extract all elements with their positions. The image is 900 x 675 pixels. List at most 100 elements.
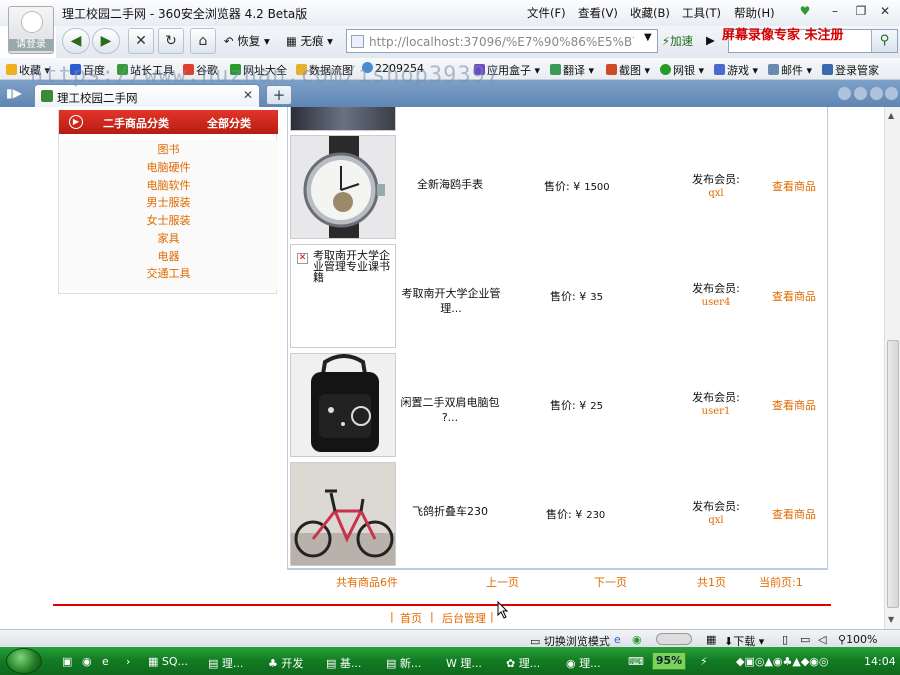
clean-icon[interactable]: ▯ (782, 633, 788, 646)
go-arrow-icon[interactable]: ▶ (706, 33, 715, 47)
bookmark-screenshot[interactable]: 截图 ▾ (606, 62, 650, 78)
product-row: 闲置二手双肩电脑包 ?... 售价: ¥25 发布会员: user1 查看商品 (288, 351, 828, 459)
close-icon[interactable]: ✕ (876, 3, 894, 19)
view-product-link[interactable]: 查看商品 (760, 506, 828, 522)
scroll-down-icon[interactable]: ▼ (888, 615, 894, 624)
menu-view[interactable]: 查看(V) (578, 5, 618, 21)
toggle-switch[interactable] (656, 633, 692, 645)
category-furniture[interactable]: 家具 (59, 230, 278, 246)
category-mens-clothing[interactable]: 男士服装 (59, 194, 278, 210)
menu-file[interactable]: 文件(F) (527, 5, 566, 21)
category-hardware[interactable]: 电脑硬件 (59, 159, 278, 175)
member-name[interactable]: user4 (668, 297, 764, 308)
forward-button[interactable]: ▶ (92, 28, 120, 54)
tray-icons[interactable]: ◆▣◎▲◉♣▲◆◉◎ (736, 655, 829, 668)
bookmark-bank[interactable]: 网银 ▾ (660, 62, 704, 78)
tab-scroll-right-icon[interactable] (854, 87, 867, 100)
taskbar-item-word[interactable]: W 理... (446, 655, 482, 671)
chrome-icon[interactable]: ◉ (632, 633, 642, 646)
product-image[interactable] (290, 353, 396, 457)
incognito-button[interactable]: ▦ 无痕 ▾ (286, 33, 333, 49)
home-button[interactable]: ⌂ (190, 28, 216, 54)
window-icon[interactable]: ▭ (800, 633, 810, 646)
tab-close-icon[interactable]: ✕ (243, 88, 253, 102)
cpu-usage-badge[interactable]: 95% (652, 652, 686, 670)
bookmark-mail[interactable]: 邮件 ▾ (768, 62, 812, 78)
stop-button[interactable]: ✕ (128, 28, 154, 54)
volume-icon[interactable]: ◁ (818, 633, 826, 646)
quicklaunch-ie-icon[interactable]: e (102, 655, 109, 668)
category-books[interactable]: 图书 (59, 141, 278, 157)
skin-icon[interactable]: ♥ (796, 3, 814, 19)
product-name[interactable]: 考取南开大学企业管理... (396, 286, 506, 316)
product-image[interactable] (290, 462, 396, 566)
taskbar-item-folder-2[interactable]: ▤ 基... (326, 655, 361, 671)
all-categories-link[interactable]: 全部分类 (207, 115, 251, 131)
pager-prev-link[interactable]: 上一页 (486, 574, 519, 590)
search-icon[interactable]: ⚲ (871, 30, 897, 52)
category-header-title: 二手商品分类 (103, 117, 169, 130)
sidebar-toggle-icon[interactable]: ▮▶ (6, 86, 26, 102)
product-name[interactable]: 闲置二手双肩电脑包 ?... (398, 395, 502, 425)
quicklaunch-explorer-icon[interactable]: ▣ (62, 655, 72, 668)
keyboard-icon[interactable]: ⌨ (628, 655, 644, 668)
product-image-broken[interactable]: ✕ 考取南开大学企业管理专业课书籍 (290, 244, 396, 348)
category-appliances[interactable]: 电器 (59, 248, 278, 264)
minimize-icon[interactable]: – (826, 3, 844, 19)
taskbar: ▣ ◉ e › ▦ SQ... ▤ 理... ♣ 开发 ▤ 基... ▤ 新..… (0, 647, 900, 675)
view-product-link[interactable]: 查看商品 (760, 178, 828, 194)
tab-list-icon[interactable] (870, 87, 883, 100)
product-row: 飞鸽折叠车230 售价: ¥230 发布会员: qxl 查看商品 (288, 460, 828, 568)
pager-next-link[interactable]: 下一页 (594, 574, 627, 590)
footer-admin-link[interactable]: 后台管理 (442, 610, 486, 626)
bookmark-games[interactable]: 游戏 ▾ (714, 62, 758, 78)
menu-favorites[interactable]: 收藏(B) (630, 5, 670, 21)
scrollbar-thumb[interactable] (887, 340, 899, 608)
taskbar-item-browser[interactable]: ◉ 理... (566, 655, 601, 671)
category-womens-clothing[interactable]: 女士服装 (59, 212, 278, 228)
member-name[interactable]: qxl (668, 188, 764, 199)
taskbar-item-dev[interactable]: ♣ 开发 (268, 655, 303, 671)
address-bar[interactable]: http://localhost:37096/%E7%90%86%E5%B7 (346, 29, 658, 53)
category-transport[interactable]: 交通工具 (59, 265, 278, 281)
category-software[interactable]: 电脑软件 (59, 177, 278, 193)
address-dropdown-icon[interactable]: ▼ (644, 32, 652, 43)
product-image-partial[interactable] (290, 107, 396, 131)
ie-icon[interactable]: e (614, 633, 621, 646)
menu-help[interactable]: 帮助(H) (734, 5, 775, 21)
accelerate-button[interactable]: ⚡加速 (662, 33, 693, 49)
restore-button[interactable]: ↶ 恢复 ▾ (224, 33, 270, 49)
maximize-icon[interactable]: ❐ (852, 3, 870, 19)
refresh-button[interactable]: ↻ (158, 28, 184, 54)
member-name[interactable]: qxl (668, 515, 764, 526)
arrow-circle-icon: ▶ (69, 115, 83, 129)
menu-tools[interactable]: 工具(T) (682, 5, 721, 21)
bookmark-translate[interactable]: 翻译 ▾ (550, 62, 594, 78)
taskbar-item-app[interactable]: ✿ 理... (506, 655, 540, 671)
product-name[interactable]: 全新海鸥手表 (400, 177, 500, 192)
product-row: ✕ 考取南开大学企业管理专业课书籍 考取南开大学企业管理... 售价: ¥35 … (288, 242, 828, 350)
new-tab-button[interactable]: + (266, 85, 292, 105)
tray-plug-icon[interactable]: ⚡ (700, 655, 708, 668)
bookmark-login-manager[interactable]: 登录管家 (822, 62, 879, 78)
product-name[interactable]: 飞鸽折叠车230 (400, 504, 500, 519)
grid-icon[interactable]: ▦ (706, 633, 716, 646)
taskbar-item-folder-3[interactable]: ▤ 新... (386, 655, 421, 671)
scroll-up-icon[interactable]: ▲ (888, 111, 894, 120)
start-button[interactable] (6, 648, 42, 674)
quicklaunch-360-icon[interactable]: ◉ (82, 655, 92, 668)
footer-home-link[interactable]: 首页 (400, 610, 422, 626)
product-image[interactable] (290, 135, 396, 239)
taskbar-item-folder-1[interactable]: ▤ 理... (208, 655, 243, 671)
back-button[interactable]: ◀ (62, 28, 90, 54)
quicklaunch-more-icon[interactable]: › (126, 655, 130, 668)
view-product-link[interactable]: 查看商品 (760, 288, 828, 304)
view-product-link[interactable]: 查看商品 (760, 397, 828, 413)
tab-menu-icon[interactable] (885, 87, 898, 100)
taskbar-item-sql[interactable]: ▦ SQ... (148, 655, 188, 668)
vertical-scrollbar[interactable]: ▲ ▼ (884, 107, 900, 629)
user-avatar[interactable]: 请登录 (8, 6, 54, 54)
member-name[interactable]: user1 (668, 406, 764, 417)
zoom-control[interactable]: ⚲100% (838, 633, 878, 646)
tab-scroll-left-icon[interactable] (838, 87, 851, 100)
